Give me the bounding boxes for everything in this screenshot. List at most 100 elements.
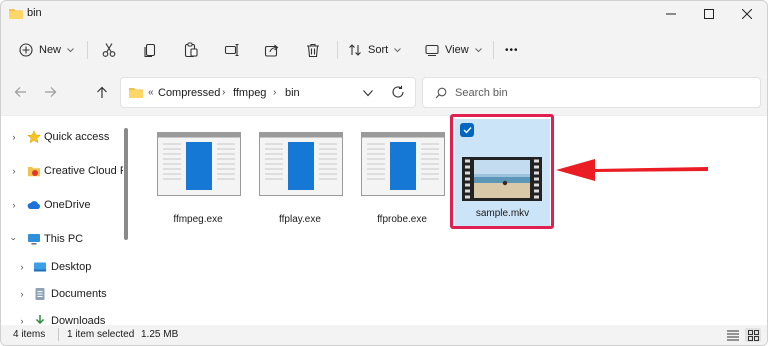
back-button[interactable] [9, 81, 31, 103]
overflow-crumb[interactable]: « [148, 87, 154, 98]
arrow-right-icon [44, 87, 56, 97]
breadcrumb-compressed[interactable]: Compressed [158, 87, 220, 99]
trash-icon [307, 43, 319, 58]
documents-icon [35, 288, 45, 300]
close-button[interactable] [729, 1, 765, 27]
chevron-down-icon [394, 47, 402, 52]
sidebar-item-this-pc[interactable]: › This PC [1, 228, 123, 250]
more-icon: ••• [505, 44, 519, 56]
see-more-button[interactable]: ••• [505, 37, 519, 63]
toolbar-separator [493, 41, 494, 59]
toolbar-separator [337, 41, 338, 59]
cut-button[interactable] [101, 37, 117, 63]
view-button[interactable]: View [425, 37, 482, 63]
rename-icon [224, 43, 239, 57]
chevron-right-icon: › [12, 132, 16, 142]
sidebar-item-label: Documents [51, 288, 107, 300]
maximize-icon [704, 9, 714, 19]
search-icon [435, 87, 447, 99]
navigation-scrollbar[interactable] [124, 128, 128, 240]
exe-icon [157, 132, 241, 196]
sidebar-item-label: Desktop [51, 261, 92, 273]
annotation-arrow-icon [556, 159, 708, 181]
file-name: ffplay.exe [279, 214, 321, 225]
sort-icon [349, 44, 361, 56]
folder-icon [129, 88, 143, 98]
chevron-down-icon: › [9, 237, 19, 241]
large-icons-view-icon [747, 329, 759, 341]
plus-circle-icon [19, 43, 33, 57]
view-label: View [445, 44, 469, 56]
command-bar: New Sort View ••• [1, 31, 767, 69]
new-label: New [39, 44, 62, 56]
file-item-ffplay[interactable]: ffplay.exe [252, 126, 348, 236]
refresh-button[interactable] [391, 85, 405, 102]
close-icon [742, 9, 752, 19]
sidebar-item-label: Quick access [44, 131, 110, 143]
address-bar[interactable]: « Compressed › ffmpeg › bin [120, 77, 416, 108]
annotation-highlight-box [450, 114, 554, 229]
paste-button[interactable] [183, 37, 199, 63]
breadcrumb-separator: › [273, 87, 277, 98]
title-bar: bin [1, 1, 767, 27]
scissors-icon [102, 43, 116, 57]
sidebar-item-quick-access[interactable]: › Quick access [1, 126, 123, 148]
status-bar: 4 items 1 item selected 1.25 MB [1, 325, 767, 345]
share-button[interactable] [264, 37, 280, 63]
folder-icon [9, 9, 23, 19]
sidebar-item-documents[interactable]: › Documents [1, 283, 123, 305]
search-input[interactable]: Search bin [422, 77, 761, 108]
breadcrumb-bin[interactable]: bin [285, 87, 300, 99]
arrow-left-icon [14, 87, 26, 97]
file-item-ffmpeg[interactable]: ffmpeg.exe [150, 126, 246, 236]
minimize-button[interactable] [653, 1, 689, 27]
sidebar-item-desktop[interactable]: › Desktop [1, 256, 123, 278]
new-button[interactable]: New [19, 37, 74, 63]
window-title: bin [27, 7, 42, 19]
status-separator [58, 328, 59, 341]
exe-icon [361, 132, 445, 196]
sort-button[interactable]: Sort [348, 37, 402, 63]
maximize-button[interactable] [691, 1, 727, 27]
address-history-button[interactable] [363, 88, 373, 100]
chevron-down-icon [363, 90, 373, 97]
sidebar-item-creative-cloud[interactable]: › Creative Cloud Fi [1, 160, 124, 182]
minimize-icon [666, 13, 676, 15]
creative-cloud-icon [28, 167, 40, 177]
file-item-ffprobe[interactable]: ffprobe.exe [354, 126, 450, 236]
up-button[interactable] [91, 81, 113, 103]
chevron-right-icon: › [12, 166, 16, 176]
forward-button[interactable] [39, 81, 61, 103]
view-icon [425, 44, 439, 57]
copy-button[interactable] [142, 37, 158, 63]
navigation-pane: › Quick access › Creative Cloud Fi › One… [1, 116, 129, 328]
file-name: ffmpeg.exe [173, 214, 223, 225]
exe-icon [259, 132, 343, 196]
sort-label: Sort [368, 44, 389, 56]
details-view-button[interactable] [725, 328, 741, 342]
star-icon [27, 130, 41, 144]
monitor-icon [28, 234, 40, 245]
clipboard-icon [184, 42, 198, 58]
chevron-down-icon [474, 47, 482, 52]
sidebar-item-label: Creative Cloud Fi [44, 165, 123, 177]
selection-count: 1 item selected [67, 329, 135, 340]
delete-button[interactable] [305, 37, 321, 63]
desktop-icon [34, 262, 46, 272]
chevron-right-icon: › [20, 289, 24, 299]
rename-button[interactable] [224, 37, 240, 63]
large-icons-view-button[interactable] [745, 328, 761, 342]
main-content: › Quick access › Creative Cloud Fi › One… [1, 114, 767, 328]
search-placeholder: Search bin [455, 87, 508, 99]
file-name: ffprobe.exe [377, 214, 427, 225]
copy-icon [144, 43, 156, 58]
item-count: 4 items [13, 329, 46, 340]
chevron-right-icon: › [20, 262, 24, 272]
sidebar-item-label: This PC [44, 233, 84, 245]
breadcrumb-separator: › [222, 87, 226, 98]
sidebar-item-onedrive[interactable]: › OneDrive [1, 194, 123, 216]
chevron-down-icon [67, 47, 74, 52]
details-view-icon [727, 330, 739, 340]
selection-size: 1.25 MB [141, 329, 179, 340]
breadcrumb-ffmpeg[interactable]: ffmpeg [233, 87, 266, 99]
